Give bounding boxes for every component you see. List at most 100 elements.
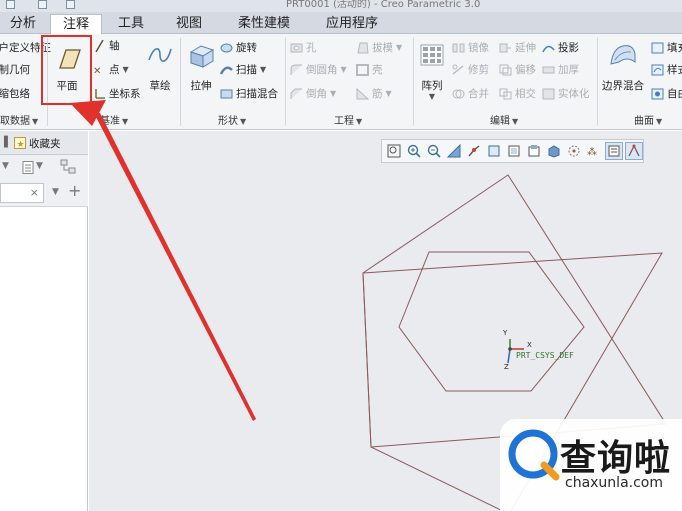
quick-access-save-icon[interactable] (6, 0, 15, 9)
merge-button[interactable]: 合并 (452, 86, 489, 102)
clear-icon[interactable]: × (30, 186, 39, 199)
copy-geometry-label: 复制几何 (0, 64, 30, 76)
swept-blend-icon (220, 89, 233, 99)
axis-x-label: X (527, 341, 532, 349)
show-list-icon[interactable] (22, 161, 34, 174)
dropdown-arrow-icon: ▼ (240, 117, 247, 126)
solidify-label: 实体化 (558, 88, 590, 100)
intersect-button[interactable]: 相交 (499, 86, 536, 102)
engineering-group-label[interactable]: 工程 ▼ (334, 112, 362, 127)
sketch-label: 草绘 (149, 80, 171, 92)
tab-annotate[interactable]: 注释 (50, 14, 102, 34)
hole-button[interactable]: 孔 (290, 40, 317, 56)
thicken-button[interactable]: 加厚 (542, 62, 579, 78)
rib-icon (356, 88, 369, 100)
revolve-button[interactable]: 旋转 (220, 40, 257, 56)
axis-button[interactable]: 轴 (93, 38, 120, 54)
pattern-label: 阵列 (421, 80, 443, 92)
sweep-icon (220, 66, 233, 75)
fill-label: 填充 (667, 42, 682, 54)
tab-analysis[interactable]: 分析 (0, 14, 50, 34)
draft-button[interactable]: 拔模 ▼ (356, 40, 402, 56)
merge-label: 合并 (468, 88, 489, 100)
shell-button[interactable]: 壳 (356, 62, 383, 78)
trim-button[interactable]: 修剪 (452, 62, 489, 78)
datum-group-label[interactable]: 基准 ▼ (100, 112, 129, 127)
project-label: 投影 (558, 42, 579, 54)
extrude-label: 拉伸 (190, 80, 212, 92)
offset-label: 偏移 (515, 64, 536, 76)
extend-button[interactable]: 延伸 (499, 40, 536, 56)
favorites-tab[interactable]: ★ 收藏夹 (14, 134, 86, 152)
thicken-label: 加厚 (558, 64, 579, 76)
tab-view[interactable]: 视图 (166, 14, 212, 34)
axis-y-label: Y (503, 329, 508, 337)
extend-icon (499, 43, 511, 53)
point-button[interactable]: ✕ 点 ▼ (93, 62, 129, 78)
swept-blend-button[interactable]: 扫描混合 (220, 86, 278, 102)
sweep-label: 扫描 (236, 64, 257, 76)
round-button[interactable]: 倒圆角 ▼ (290, 62, 347, 78)
tab-applications[interactable]: 应用程序 (316, 14, 388, 34)
chevron-down-icon[interactable]: ▼ (52, 187, 59, 197)
thicken-icon (542, 66, 555, 74)
hole-icon (290, 43, 303, 53)
tab-tools[interactable]: 工具 (108, 14, 154, 34)
surfaces-group-label[interactable]: 曲面 ▼ (634, 112, 662, 127)
mirror-button[interactable]: 镜像 (452, 40, 489, 56)
dropdown-arrow-icon: ▼ (32, 117, 39, 126)
coordinate-system[interactable]: Y X Z PRT_CSYS_DEF (500, 329, 580, 385)
quick-access-customize-icon[interactable] (66, 0, 75, 9)
csys-button[interactable]: 坐标系 (93, 86, 141, 102)
round-icon (290, 64, 302, 75)
offset-button[interactable]: 偏移 (499, 62, 536, 78)
settings-tree-icon[interactable] (60, 159, 78, 175)
tab-flexible-modeling[interactable]: 柔性建模 (228, 14, 300, 34)
shell-label: 壳 (372, 64, 383, 76)
favorites-tab-label: 收藏夹 (29, 137, 61, 150)
watermark-logo-icon (508, 429, 560, 481)
shapes-group-label[interactable]: 形状 ▼ (218, 112, 247, 127)
editing-group-label[interactable]: 编辑 ▼ (490, 112, 518, 127)
dropdown-arrow-icon: ▼ (122, 117, 129, 126)
get-data-group-label[interactable]: 获取数据▼ (0, 112, 39, 127)
svg-text:✕: ✕ (93, 66, 101, 76)
fill-button[interactable]: 填充 (651, 40, 682, 56)
revolve-icon (220, 43, 233, 53)
project-button[interactable]: 投影 (542, 40, 579, 56)
boundary-blend-button[interactable]: 边界混合 (600, 38, 646, 100)
shrinkwrap-button[interactable]: 收缩包络 (0, 86, 30, 102)
panel-tabs: ▌ ★ 收藏夹 (0, 131, 88, 155)
axis-label: 轴 (109, 40, 120, 52)
merge-icon (452, 89, 465, 99)
sketch-triangle-upper (362, 174, 667, 448)
model-tree-tab-edge[interactable]: ▌ (4, 137, 12, 148)
freestyle-button[interactable]: 自由式 (651, 86, 682, 102)
sketch-button[interactable]: 草绘 (143, 38, 177, 100)
csys-label: 坐标系 (109, 88, 141, 100)
rib-button[interactable]: 筋 ▼ (356, 86, 392, 102)
intersect-label: 相交 (515, 88, 536, 100)
chevron-down-icon[interactable]: ▼ (36, 161, 43, 171)
search-row: × ▼ + (0, 179, 88, 207)
chevron-down-icon: ▼ (340, 65, 347, 74)
chamfer-button[interactable]: 倒角 ▼ (290, 86, 336, 102)
shrinkwrap-label: 收缩包络 (0, 88, 30, 100)
chevron-down-icon: ▼ (122, 65, 129, 74)
freestyle-icon (651, 88, 664, 100)
mirror-label: 镜像 (468, 42, 489, 54)
style-button[interactable]: 样式 (651, 62, 682, 78)
draft-label: 拔模 (372, 42, 393, 54)
copy-geometry-button[interactable]: 复制几何 (0, 62, 30, 78)
sweep-button[interactable]: 扫描 ▼ (220, 62, 266, 78)
left-panel: ▌ ★ 收藏夹 ▼ ▼ × ▼ + (0, 131, 88, 511)
chevron-down-icon[interactable]: ▼ (2, 161, 9, 171)
trim-label: 修剪 (468, 64, 489, 76)
extrude-button[interactable]: 拉伸 (184, 38, 218, 100)
extrude-icon (189, 45, 215, 68)
add-icon[interactable]: + (68, 183, 81, 199)
quick-access-undo-icon[interactable] (38, 0, 47, 9)
search-field[interactable]: × (0, 183, 44, 203)
pattern-button[interactable]: 阵列 ▼ (416, 38, 448, 104)
solidify-button[interactable]: 实体化 (542, 86, 590, 102)
